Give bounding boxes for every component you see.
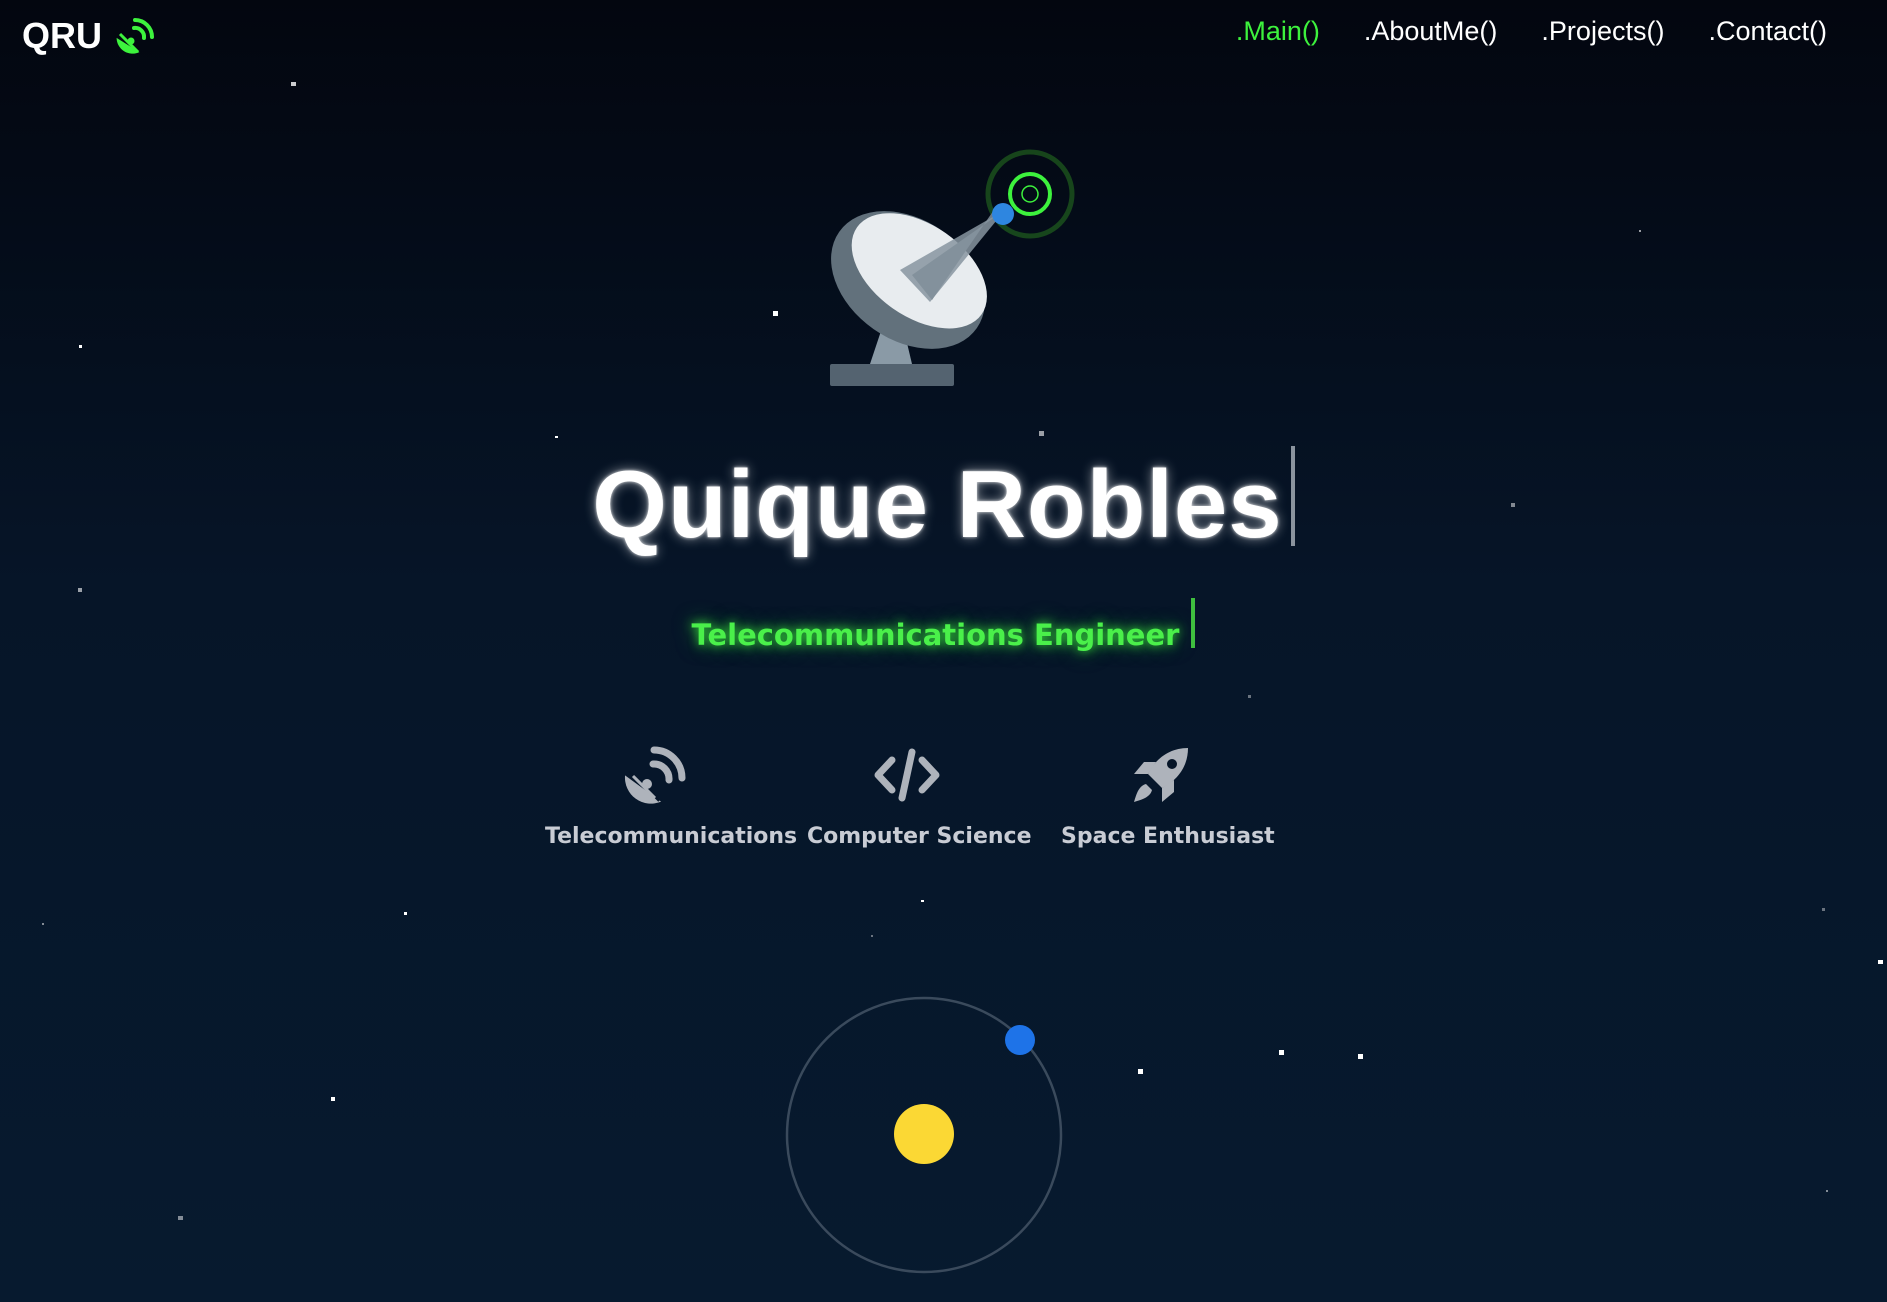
nav-link-contact[interactable]: .Contact() bbox=[1708, 16, 1827, 47]
feature-telecommunications: Telecommunications bbox=[545, 740, 798, 849]
nav-link-about-me[interactable]: .AboutMe() bbox=[1364, 16, 1498, 47]
feature-label-space-enthusiast: Space Enthusiast bbox=[1061, 824, 1275, 849]
brand-text: QRU bbox=[22, 15, 102, 56]
typing-cursor bbox=[1290, 446, 1295, 546]
feature-list: Telecommunications Computer Science Spac… bbox=[545, 740, 1342, 870]
orbit-graphic bbox=[785, 996, 1063, 1274]
feature-label-telecommunications: Telecommunications bbox=[545, 824, 798, 849]
satellite-dish-illustration bbox=[830, 149, 1075, 386]
typing-cursor-subtitle bbox=[1191, 598, 1196, 648]
satellite-dish-icon bbox=[116, 18, 154, 54]
feature-computer-science: Computer Science bbox=[807, 740, 1032, 849]
hero-title: Quique Robles bbox=[0, 446, 1887, 560]
navbar: QRU .Main() .AboutMe() .Projects() .Cont… bbox=[0, 0, 1887, 72]
feature-label-computer-science: Computer Science bbox=[807, 824, 1032, 849]
brand-logo[interactable]: QRU bbox=[22, 14, 158, 58]
nav-link-main[interactable]: .Main() bbox=[1236, 16, 1320, 47]
code-icon bbox=[874, 748, 940, 802]
rocket-icon bbox=[1134, 748, 1188, 802]
hero-name: Quique Robles bbox=[592, 451, 1283, 558]
feature-space-enthusiast: Space Enthusiast bbox=[1061, 740, 1275, 849]
satellite-dish-icon bbox=[625, 746, 686, 804]
nav-menu: .Main() .AboutMe() .Projects() .Contact(… bbox=[1192, 16, 1827, 47]
planet bbox=[1005, 1025, 1035, 1055]
nav-link-projects[interactable]: .Projects() bbox=[1541, 16, 1664, 47]
hero-subtitle: Telecommunications Engineer bbox=[0, 598, 1887, 660]
hero-role: Telecommunications Engineer bbox=[691, 618, 1180, 652]
sun bbox=[894, 1104, 954, 1164]
